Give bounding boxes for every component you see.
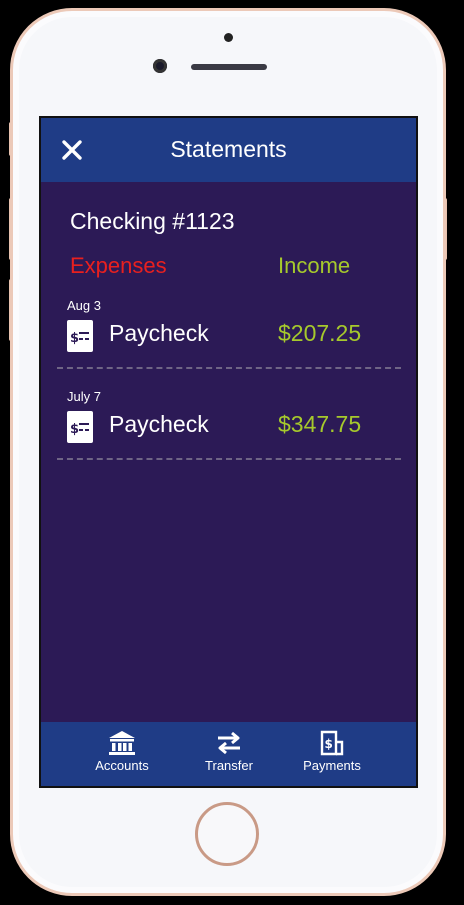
svg-text:$: $	[70, 422, 79, 437]
row-divider	[57, 458, 401, 460]
transaction-date: July 7	[67, 389, 101, 404]
svg-text:$: $	[325, 737, 333, 751]
transaction-amount: $347.75	[278, 411, 362, 437]
tab-label: Transfer	[205, 758, 253, 773]
tab-accounts[interactable]: Accounts	[77, 730, 167, 773]
check-receipt-icon: $	[67, 411, 93, 443]
transfer-arrows-icon	[218, 731, 240, 755]
tab-label: Payments	[303, 758, 361, 773]
bank-icon	[109, 731, 135, 755]
bill-payment-icon: $	[320, 730, 344, 756]
transaction-amount: $207.25	[278, 320, 362, 346]
income-column-header[interactable]: Income	[278, 253, 350, 279]
front-sensor	[224, 33, 233, 42]
account-name: Checking #1123	[70, 208, 235, 234]
tab-transfer[interactable]: Transfer	[184, 730, 274, 773]
transaction-name: Paycheck	[109, 320, 209, 346]
transaction-row[interactable]: Aug 3 $ Paycheck $207.25	[57, 298, 401, 390]
front-camera	[153, 59, 167, 73]
page-title: Statements	[170, 136, 287, 162]
tab-label: Accounts	[95, 758, 149, 773]
svg-text:$: $	[70, 331, 79, 346]
expenses-column-header[interactable]: Expenses	[70, 253, 167, 279]
home-button[interactable]	[195, 802, 259, 866]
transaction-row[interactable]: July 7 $ Paycheck $347.75	[57, 389, 401, 481]
app-screen: Statements Checking #1123 Expenses Incom…	[39, 116, 418, 788]
top-bar: Statements	[41, 118, 416, 182]
check-receipt-icon: $	[67, 320, 93, 352]
tab-payments[interactable]: $ Payments	[287, 730, 377, 773]
row-divider	[57, 367, 401, 369]
earpiece-speaker	[191, 64, 267, 70]
transaction-name: Paycheck	[109, 411, 209, 437]
transaction-date: Aug 3	[67, 298, 101, 313]
bottom-tab-bar: Accounts Transfer $ Payments	[41, 722, 416, 786]
